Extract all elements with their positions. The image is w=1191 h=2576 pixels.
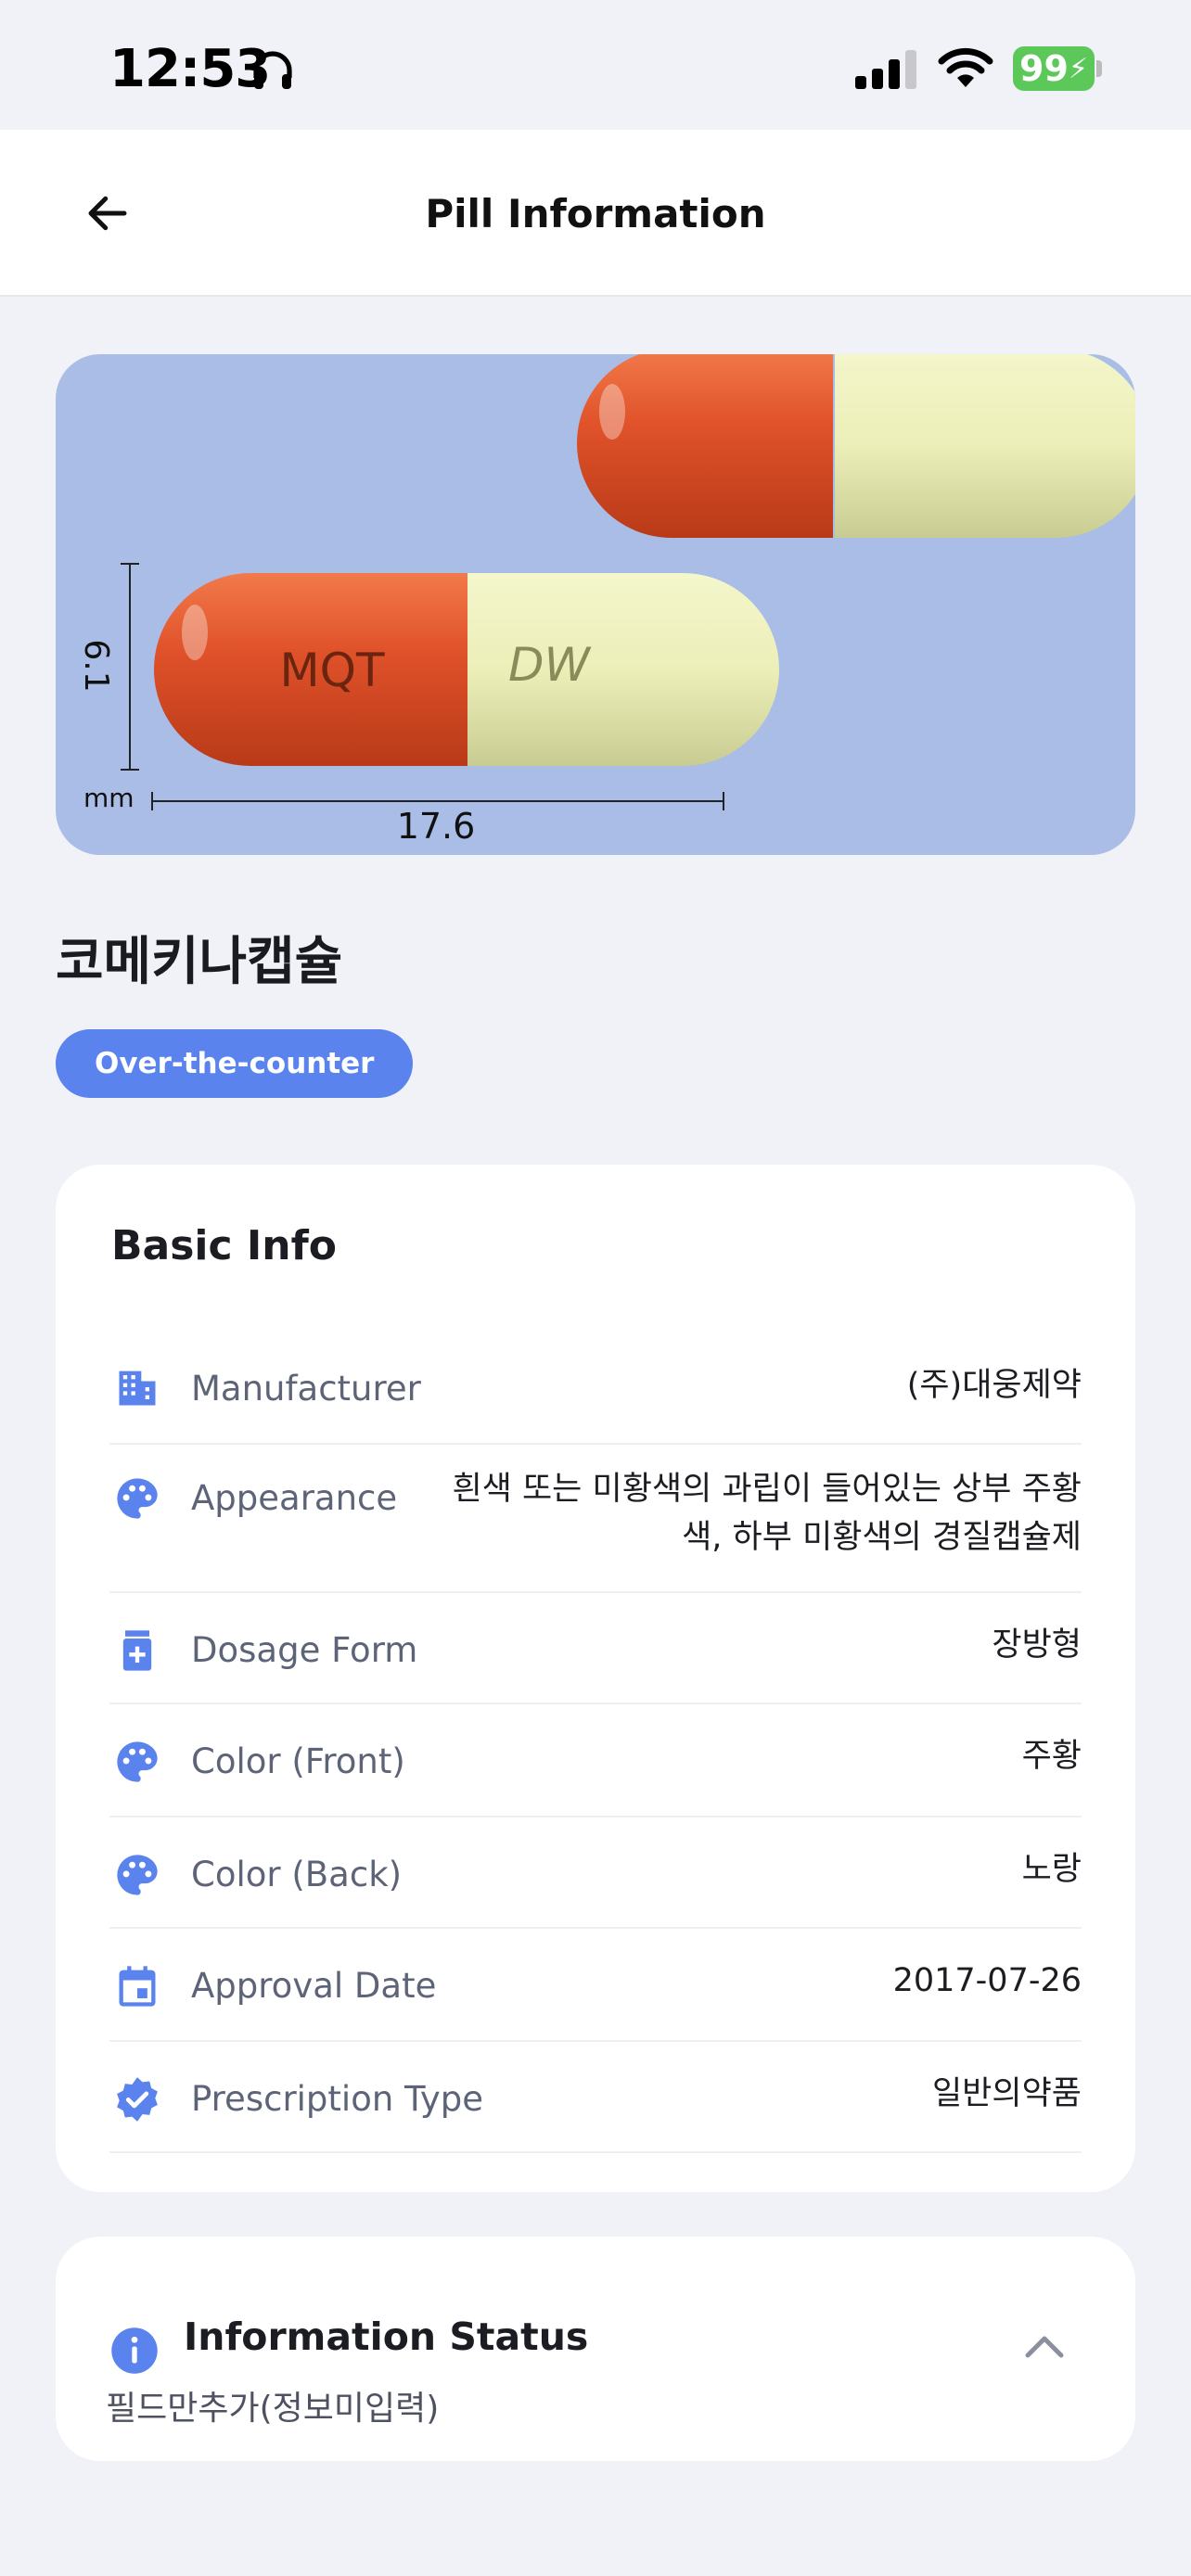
info-icon (111, 2327, 158, 2374)
height-dimension: 6.1 (77, 639, 115, 692)
length-dimension: 17.6 (397, 806, 476, 847)
back-imprint: DW (508, 638, 592, 692)
info-row-color-front: Color (Front) 주황 (109, 1704, 1082, 1817)
row-label: Approval Date (191, 1966, 437, 2006)
capsule-back-view (577, 354, 1135, 538)
row-label: Dosage Form (191, 1630, 418, 1670)
battery-level: 99 (1019, 48, 1069, 89)
front-imprint: MQT (279, 644, 384, 697)
row-label: Manufacturer (191, 1369, 421, 1409)
row-value: 주황 (1021, 1738, 1082, 1775)
row-value: 노랑 (1021, 1851, 1082, 1888)
appearance-line-2: 색, 하부 미황색의 경질캡슐제 (682, 1519, 1082, 1556)
palette-icon (117, 1741, 158, 1782)
status-bar: 12:53 99 ⚡ (0, 0, 1191, 130)
info-row-color-back: Color (Back) 노랑 (109, 1817, 1082, 1929)
headphone-icon (253, 51, 292, 89)
row-value: 일반의약품 (931, 2075, 1082, 2112)
row-value: 장방형 (992, 1626, 1082, 1664)
chevron-up-icon[interactable] (1022, 2331, 1067, 2361)
row-label: Color (Back) (191, 1855, 403, 1894)
basic-info-title: Basic Info (111, 1222, 337, 1269)
info-row-prescription-type: Prescription Type 일반의약품 (109, 2042, 1082, 2153)
info-row-dosage-form: Dosage Form 장방형 (109, 1593, 1082, 1704)
otc-badge: Over-the-counter (56, 1029, 414, 1098)
medicine-bottle-icon (122, 1630, 152, 1671)
back-button[interactable] (70, 176, 145, 250)
row-value: 2017-07-26 (892, 1962, 1082, 1999)
building-icon (119, 1371, 156, 1406)
status-time: 12:53 (109, 39, 271, 99)
nav-bar: Pill Information (0, 130, 1191, 297)
verified-badge-icon (117, 2077, 158, 2122)
information-status-title: Information Status (184, 2315, 589, 2359)
unit-label: mm (83, 783, 134, 813)
signal-icon (855, 50, 916, 89)
arrow-left-icon (88, 196, 127, 231)
information-status-text: 필드만추가(정보미입력) (106, 2390, 440, 2428)
wifi-icon (938, 47, 993, 87)
calendar-icon (119, 1966, 156, 2007)
row-value-multiline: 흰색 또는 미황색의 과립이 들어있는 상부 주황 색, 하부 미황색의 경질캡… (452, 1465, 1082, 1562)
pill-image: MQT DW 6.1 17.6 mm (56, 354, 1135, 855)
row-label: Prescription Type (191, 2079, 484, 2119)
basic-info-card: Basic Info Manufacturer (주)대웅제약 Appearan… (56, 1165, 1135, 2192)
palette-icon (117, 1478, 158, 1519)
capsule-front-view: MQT DW (154, 573, 779, 766)
information-status-card[interactable]: Information Status 필드만추가(정보미입력) (56, 2237, 1135, 2461)
product-name: 코메키나캡슐 (56, 932, 343, 992)
pill-photo: MQT DW 6.1 17.6 mm (77, 354, 1135, 847)
battery-cap (1096, 60, 1102, 77)
battery-indicator: 99 ⚡ (1013, 46, 1095, 91)
row-label: Color (Front) (191, 1741, 405, 1781)
info-row-appearance: Appearance 흰색 또는 미황색의 과립이 들어있는 상부 주황 색, … (109, 1445, 1082, 1593)
row-value: (주)대웅제약 (906, 1367, 1082, 1404)
row-label: Appearance (191, 1478, 398, 1518)
info-row-manufacturer: Manufacturer (주)대웅제약 (109, 1333, 1082, 1445)
appearance-line-1: 흰색 또는 미황색의 과립이 들어있는 상부 주황 (452, 1471, 1082, 1508)
page-title: Pill Information (425, 190, 766, 236)
palette-icon (117, 1855, 158, 1895)
info-row-approval-date: Approval Date 2017-07-26 (109, 1929, 1082, 2042)
charging-bolt-icon: ⚡ (1068, 52, 1088, 85)
